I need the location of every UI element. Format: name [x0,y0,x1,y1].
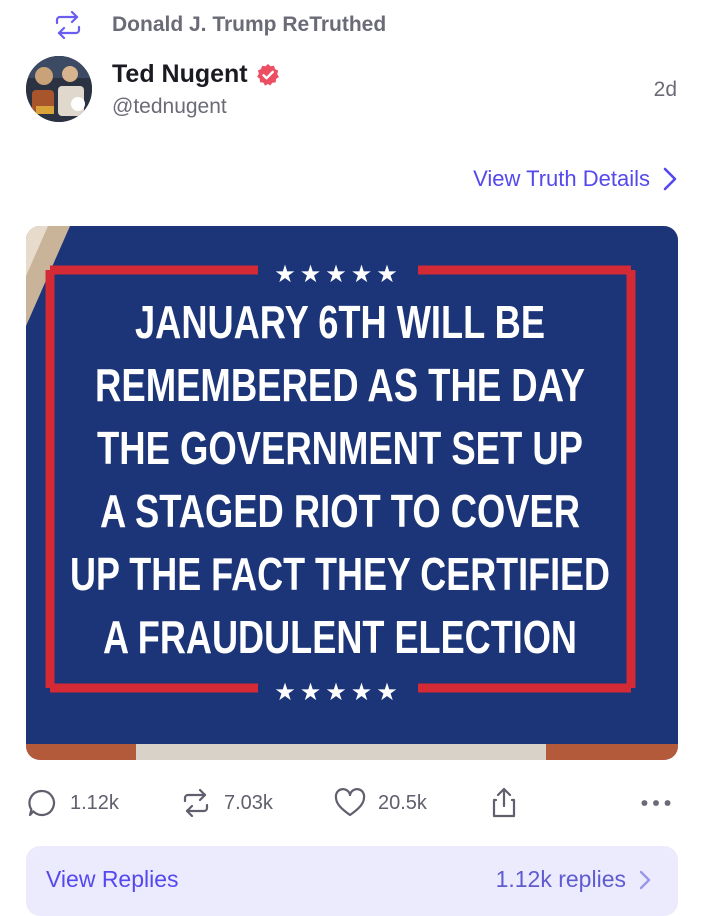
action-bar: 1.12k 7.03k 20.5k [0,782,704,824]
chevron-right-icon [638,869,652,891]
heart-icon [334,787,366,819]
view-replies-label: View Replies [46,866,179,892]
top-stars: ★★★★★ [274,260,402,288]
author-info[interactable]: Ted Nugent @tednugent [112,60,280,119]
sign-line-1: JANUARY 6TH WILL BE [135,296,545,348]
sign-line-2: REMEMBERED AS THE DAY [95,359,585,411]
author-display-name: Ted Nugent [112,60,248,88]
retruth-icon [52,10,84,40]
comment-icon [26,787,58,819]
post-image[interactable]: ★★★★★ ★★★★★ JANUARY 6TH WILL BE REMEMBER… [26,226,678,760]
more-dots-icon [640,787,672,819]
retruth-button[interactable]: 7.03k [180,782,273,824]
view-replies-button[interactable]: View Replies 1.12k replies [26,846,678,916]
like-count: 20.5k [378,791,427,814]
sign-line-3: THE GOVERNMENT SET UP [97,422,583,474]
view-truth-details-link[interactable]: View Truth Details [473,166,678,192]
share-icon [488,787,520,819]
like-button[interactable]: 20.5k [334,782,427,824]
retruth-count: 7.03k [224,791,273,814]
retruth-icon [180,787,212,819]
chevron-right-icon [662,166,678,192]
author-name-row: Ted Nugent [112,60,280,89]
retruth-label: Donald J. Trump ReTruthed [112,13,387,36]
reply-button[interactable]: 1.12k [26,782,119,824]
reply-count: 1.12k [70,791,119,814]
post-timestamp: 2d [653,78,677,101]
sign-line-5: UP THE FACT THEY CERTIFIED [70,548,610,600]
share-button[interactable] [488,782,520,824]
avatar[interactable] [26,56,92,122]
sign-line-4: A STAGED RIOT TO COVER [100,485,580,537]
more-options-button[interactable] [640,782,672,824]
view-truth-details-label: View Truth Details [473,166,650,191]
replies-count: 1.12k replies [495,866,626,892]
verified-badge-icon [256,63,280,87]
sign-line-6: A FRAUDULENT ELECTION [103,611,577,663]
author-handle: @tednugent [112,95,227,118]
bottom-stars: ★★★★★ [274,678,402,706]
retruth-header[interactable]: Donald J. Trump ReTruthed [52,10,386,40]
